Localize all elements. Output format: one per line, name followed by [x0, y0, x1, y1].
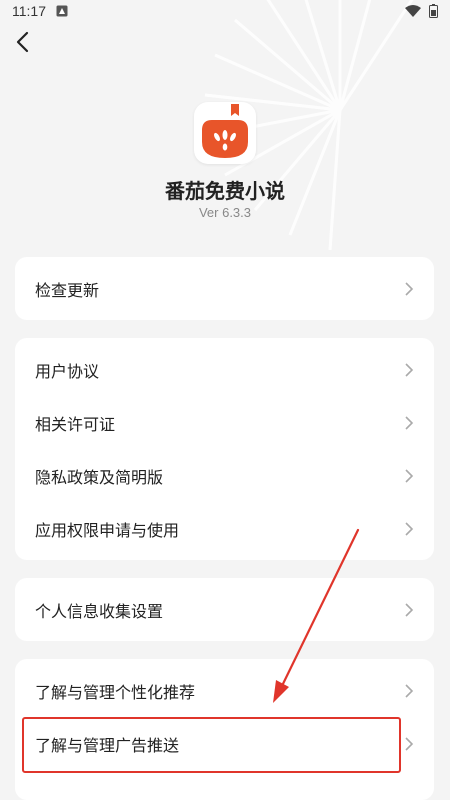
item-label: 隐私政策及简明版: [35, 467, 164, 487]
tomato-book-icon: [202, 104, 248, 158]
chevron-right-icon: [405, 468, 414, 483]
app-version: Ver 6.3.3: [198, 205, 252, 220]
item-label: 了解与管理广告推送: [35, 735, 180, 755]
chevron-right-icon: [405, 683, 414, 698]
chevron-right-icon: [405, 362, 414, 377]
status-time: 11:17: [12, 3, 46, 19]
app-name: 番茄免费小说: [165, 179, 285, 203]
back-button[interactable]: [10, 30, 34, 54]
personalized-recommendation-item[interactable]: 了解与管理个性化推荐: [15, 664, 434, 717]
battery-icon: [429, 4, 438, 18]
personal-info-settings-item[interactable]: 个人信息收集设置: [15, 583, 434, 636]
chevron-right-icon: [405, 736, 414, 751]
item-label: 应用权限申请与使用: [35, 520, 180, 540]
chevron-right-icon: [405, 415, 414, 430]
item-label: 检查更新: [35, 280, 100, 300]
app-permissions-item[interactable]: 应用权限申请与使用: [15, 502, 434, 555]
ad-push-management-item[interactable]: 了解与管理广告推送: [15, 717, 434, 770]
settings-group-personal-info: 个人信息收集设置: [15, 578, 434, 641]
status-bar: 11:17: [0, 0, 450, 22]
item-label: 相关许可证: [35, 414, 116, 434]
back-arrow-icon: [16, 31, 29, 53]
chevron-right-icon: [405, 281, 414, 296]
app-logo: [194, 102, 256, 164]
chevron-right-icon: [405, 521, 414, 536]
notification-icon: [56, 5, 68, 17]
wifi-icon: [405, 5, 421, 17]
check-update-item[interactable]: 检查更新: [15, 262, 434, 315]
settings-group-update: 检查更新: [15, 257, 434, 320]
item-label: 用户协议: [35, 361, 100, 381]
item-label: 个人信息收集设置: [35, 601, 164, 621]
user-agreement-item[interactable]: 用户协议: [15, 343, 434, 396]
chevron-right-icon: [405, 602, 414, 617]
settings-group-legal: 用户协议 相关许可证 隐私政策及简明版 应用权限申请与使用: [15, 338, 434, 560]
licenses-item[interactable]: 相关许可证: [15, 396, 434, 449]
settings-group-recommendation: 了解与管理个性化推荐 了解与管理广告推送: [15, 659, 434, 800]
item-label: 了解与管理个性化推荐: [35, 682, 196, 702]
privacy-policy-item[interactable]: 隐私政策及简明版: [15, 449, 434, 502]
